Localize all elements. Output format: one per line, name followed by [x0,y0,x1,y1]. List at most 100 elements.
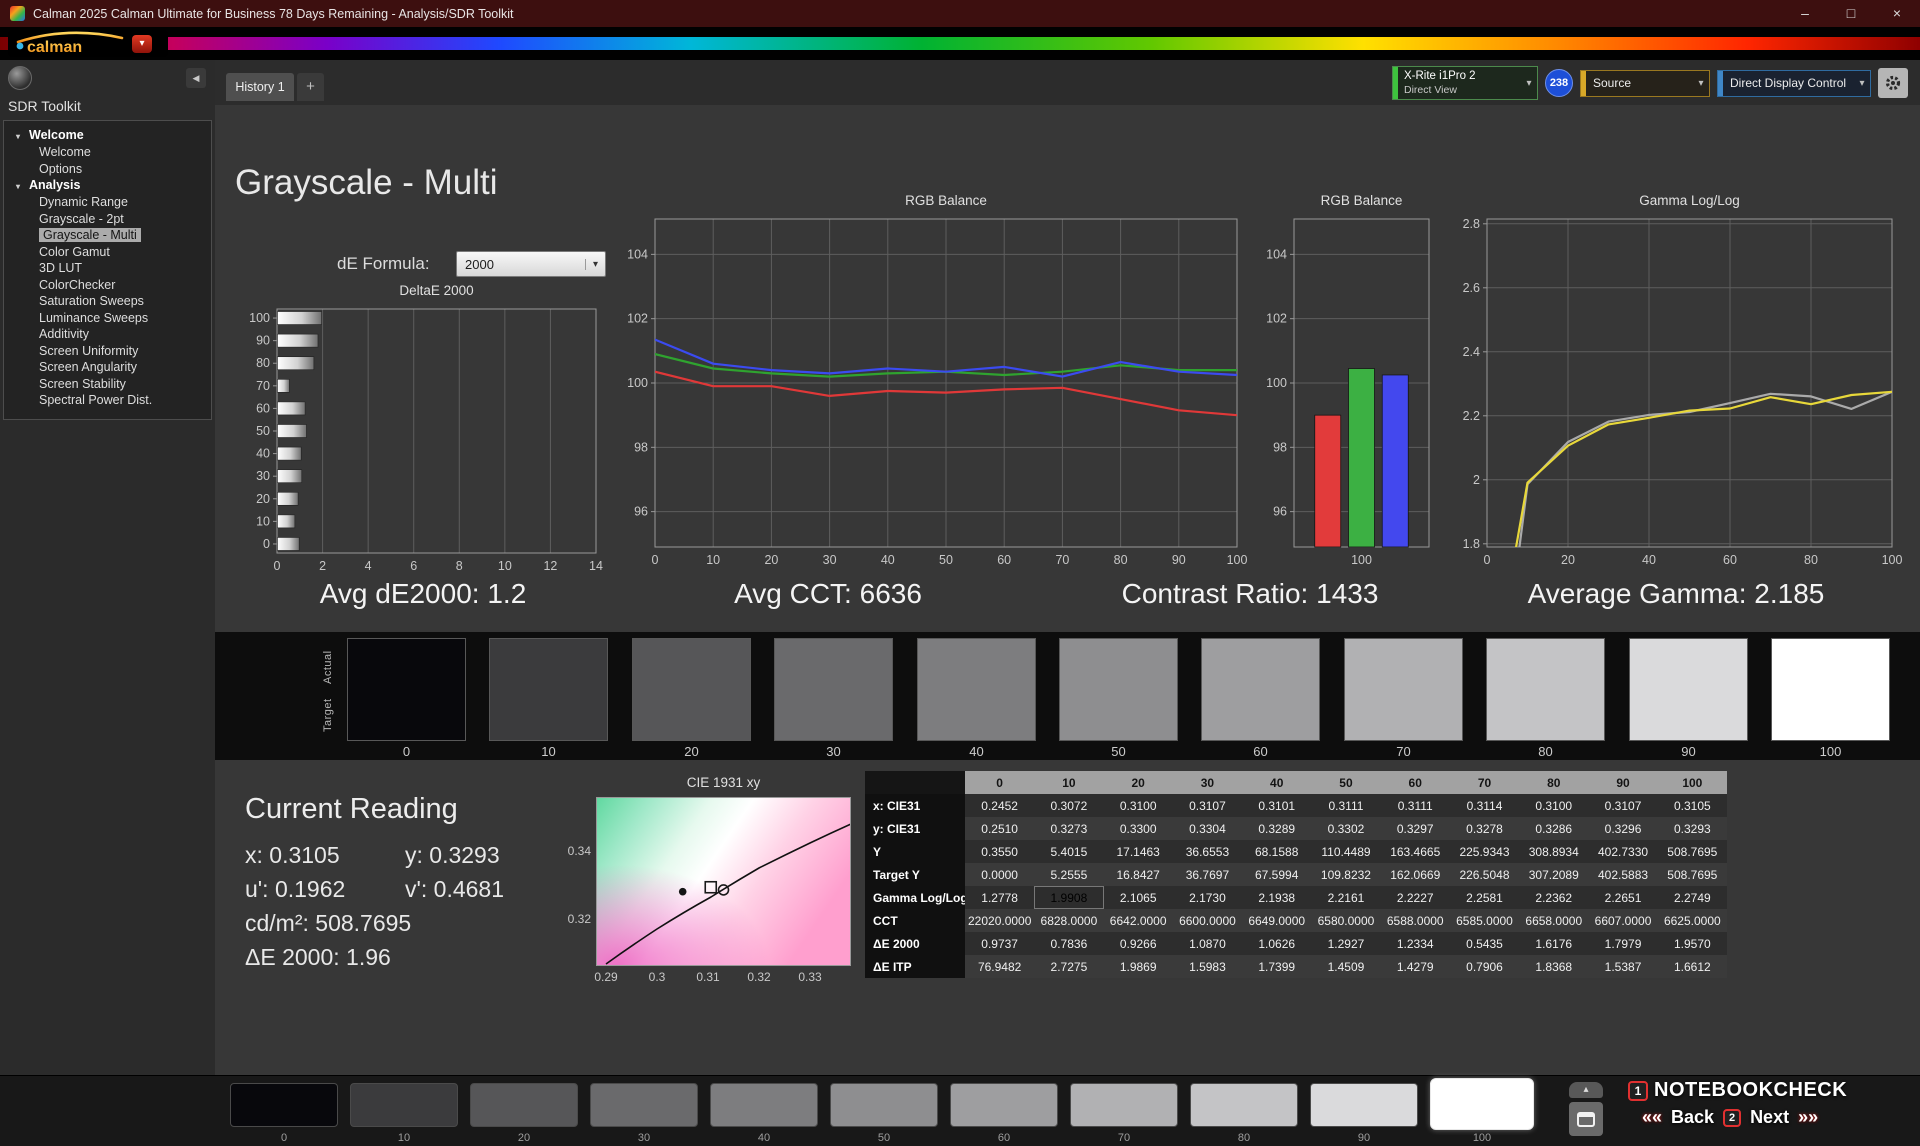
sidebar-item-screen-angularity[interactable]: Screen Angularity [4,359,211,376]
svg-text:2.8: 2.8 [1463,217,1480,231]
pattern-window-button[interactable] [1569,1102,1603,1136]
cell: 0.3300 [1104,817,1173,840]
pattern-swatch-90[interactable] [1310,1083,1418,1127]
sidebar-item-grayscale-multi[interactable]: Grayscale - Multi [4,227,211,244]
pattern-swatch-60[interactable] [950,1083,1058,1127]
sidebar-item-luminance-sweeps[interactable]: Luminance Sweeps [4,310,211,327]
tab-add-button[interactable]: + [297,73,324,101]
cell: 1.9869 [1104,955,1173,978]
back-chevrons-icon[interactable]: «« [1642,1107,1662,1128]
sidebar-group-label: Analysis [29,178,80,192]
cell: 110.4489 [1311,840,1380,863]
selected-cell[interactable]: 1.9908 [1034,886,1103,909]
back-button[interactable]: Back [1671,1107,1714,1128]
grayscale-swatch-10 [489,638,608,741]
pattern-swatch-10[interactable] [350,1083,458,1127]
cell: 163.4665 [1381,840,1450,863]
meter-mode: Direct View [1404,84,1521,97]
de-formula-value: 2000 [457,257,585,272]
pattern-swatch-0[interactable] [230,1083,338,1127]
meter-dropdown[interactable]: X-Rite i1Pro 2 Direct View ▾ [1392,66,1538,100]
cell: 36.7697 [1173,863,1242,886]
sidebar-item-additivity[interactable]: Additivity [4,326,211,343]
tree-expanded-icon: ▾ [16,128,29,145]
pattern-swatch-80[interactable] [1190,1083,1298,1127]
cell: 6600.0000 [1173,909,1242,932]
cell: 1.7979 [1588,932,1657,955]
watermark-marker-2: 2 [1723,1109,1741,1127]
sidebar-title: SDR Toolkit [8,98,81,114]
svg-text:2.4: 2.4 [1463,345,1480,359]
cell: 0.9266 [1104,932,1173,955]
logo-dropdown-button[interactable]: ▾ [132,35,152,53]
sidebar-item-grayscale-2pt[interactable]: Grayscale - 2pt [4,211,211,228]
close-button[interactable]: × [1874,0,1920,27]
cell: 22020.0000 [965,909,1034,932]
cell: 6642.0000 [1104,909,1173,932]
col-header-70: 70 [1450,771,1519,794]
sidebar-item-screen-stability[interactable]: Screen Stability [4,376,211,393]
sidebar-group-welcome[interactable]: ▾Welcome [4,127,211,144]
de-formula-label: dE Formula: [337,254,430,274]
next-chevrons-icon[interactable]: »» [1798,1107,1818,1128]
svg-text:50: 50 [939,553,953,567]
pattern-swatch-20[interactable] [470,1083,578,1127]
pattern-swatch-50[interactable] [830,1083,938,1127]
sidebar-group-analysis[interactable]: ▾Analysis [4,177,211,194]
pattern-swatch-100[interactable] [1430,1078,1534,1130]
watermark-marker-1: 1 [1628,1081,1648,1101]
tab-history-1[interactable]: History 1 [226,73,294,101]
sidebar-item-welcome[interactable]: Welcome [4,144,211,161]
sidebar-collapse-button[interactable]: ◀ [186,68,206,88]
pattern-swatch-70[interactable] [1070,1083,1178,1127]
cell: 1.0626 [1242,932,1311,955]
minimize-button[interactable]: – [1782,0,1828,27]
svg-text:80: 80 [256,356,270,370]
sidebar-item-3d-lut[interactable]: 3D LUT [4,260,211,277]
sidebar-item-saturation-sweeps[interactable]: Saturation Sweeps [4,293,211,310]
sidebar-item-color-gamut[interactable]: Color Gamut [4,244,211,261]
sidebar-item-spectral-power-dist[interactable]: Spectral Power Dist. [4,392,211,409]
current-reading-xy: x: 0.3105 y: 0.3293 [245,842,585,869]
col-header-40: 40 [1242,771,1311,794]
gamma-chart-title: Gamma Log/Log [1487,193,1892,213]
cell: 68.1588 [1242,840,1311,863]
svg-text:100: 100 [627,376,648,390]
sidebar-orb-button[interactable] [8,66,32,90]
gamma-chart: Gamma Log/Log 0204060801001.822.22.42.62… [1433,193,1903,589]
next-button[interactable]: Next [1750,1107,1789,1128]
de-formula-dropdown[interactable]: 2000 ▾ [456,251,606,277]
cell: 2.2161 [1311,886,1380,909]
cell: 0.3107 [1173,794,1242,817]
rgb-balance-line-chart: RGB Balance 0102030405060708090100969810… [601,193,1251,589]
pattern-bar-expand-button[interactable]: ▴ [1569,1082,1603,1098]
rainbow-gradient [0,37,1920,50]
pattern-swatch-40[interactable] [710,1083,818,1127]
display-control-dropdown[interactable]: Direct Display Control ▾ [1717,70,1871,97]
pattern-swatch-30[interactable] [590,1083,698,1127]
cell: 109.8232 [1311,863,1380,886]
col-header-0: 0 [965,771,1034,794]
cell: 0.7836 [1034,932,1103,955]
source-dropdown[interactable]: Source ▾ [1580,70,1710,97]
avg-cct-stat: Avg CCT: 6636 [663,578,993,610]
cell: 17.1463 [1104,840,1173,863]
settings-button[interactable] [1878,68,1908,98]
sidebar-item-label: ColorChecker [39,278,115,292]
cell: 0.3101 [1242,794,1311,817]
cell: 0.7906 [1450,955,1519,978]
cell: 1.9570 [1658,932,1727,955]
maximize-button[interactable]: □ [1828,0,1874,27]
deltae-chart-title: DeltaE 2000 [277,283,596,303]
sidebar-item-colorchecker[interactable]: ColorChecker [4,277,211,294]
cell: 0.2510 [965,817,1034,840]
window-title: Calman 2025 Calman Ultimate for Business… [33,7,514,21]
sidebar-item-screen-uniformity[interactable]: Screen Uniformity [4,343,211,360]
cell: 2.2749 [1658,886,1727,909]
main-content: Grayscale - Multi dE Formula: 2000 ▾ Del… [215,105,1920,1075]
cie-y-tick: 0.32 [557,912,591,926]
svg-text:12: 12 [543,559,557,573]
cell: 6828.0000 [1034,909,1103,932]
sidebar-item-options[interactable]: Options [4,161,211,178]
sidebar-item-dynamic-range[interactable]: Dynamic Range [4,194,211,211]
